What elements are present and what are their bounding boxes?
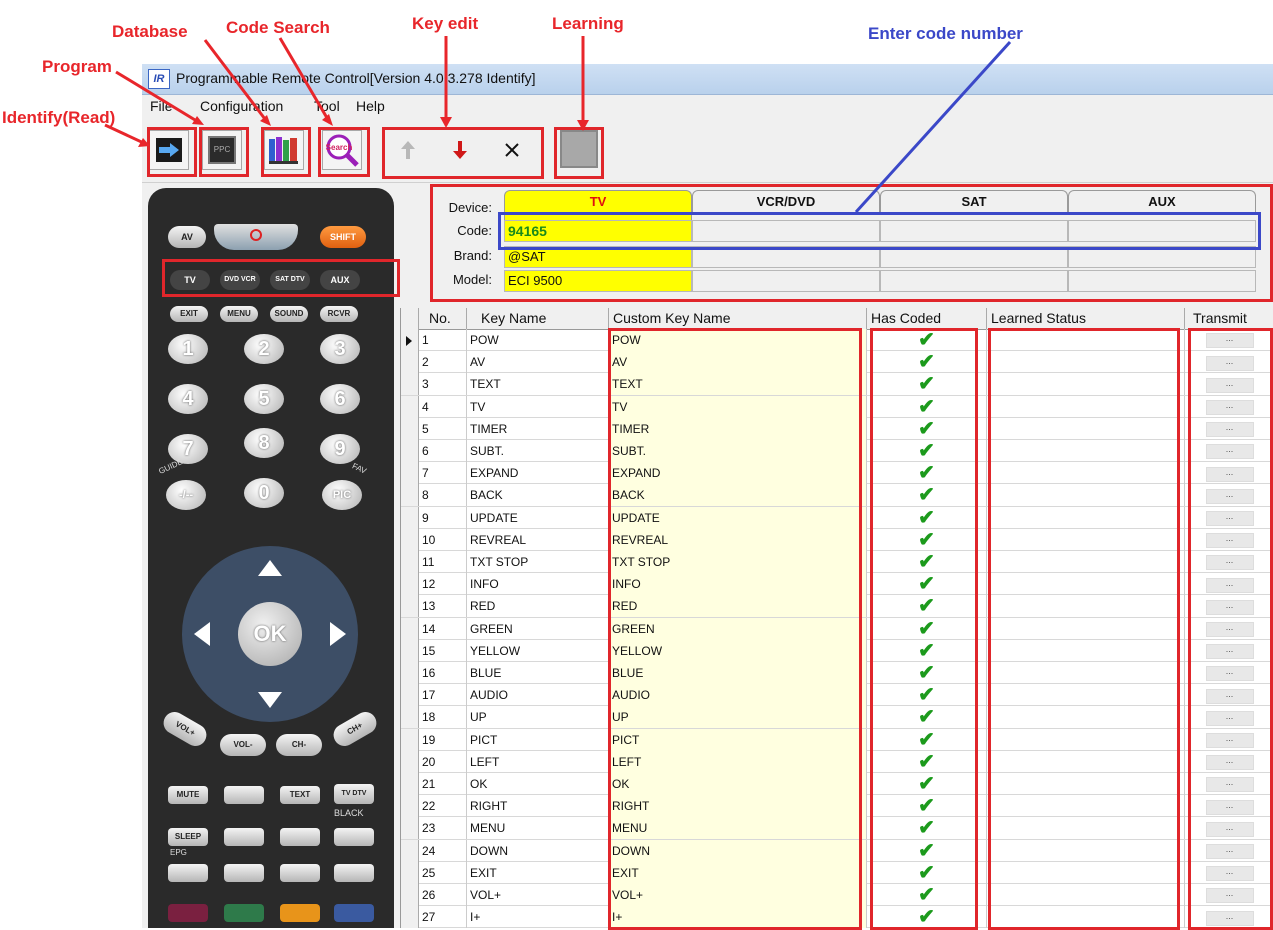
annotation-arrows bbox=[104, 36, 1012, 214]
